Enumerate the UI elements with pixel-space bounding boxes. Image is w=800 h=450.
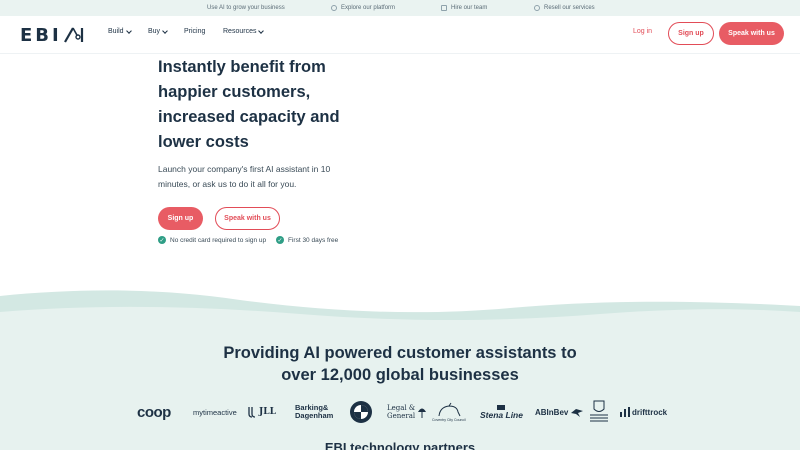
hero-title: Instantly benefit from happier customers… bbox=[158, 55, 358, 155]
general-line: General bbox=[387, 412, 416, 420]
bmw-roundel-icon bbox=[350, 401, 372, 423]
nav-pricing-label: Pricing bbox=[184, 28, 206, 35]
login-link[interactable]: Log in bbox=[633, 28, 652, 35]
check-icon: ✓ bbox=[276, 236, 284, 244]
chevron-down-icon bbox=[258, 27, 265, 34]
people-icon bbox=[441, 5, 447, 11]
nav-speak-button[interactable]: Speak with us bbox=[719, 22, 784, 45]
coventry-text: Coventry City Council bbox=[432, 418, 466, 422]
chevron-down-icon bbox=[125, 27, 132, 34]
nav-buy-label: Buy bbox=[148, 28, 161, 35]
customer-logos: coop mytimeactive JLL Barking& Dagenham … bbox=[0, 398, 800, 426]
circle-icon bbox=[331, 5, 337, 11]
logo-network-icon bbox=[63, 27, 83, 43]
main-nav: EBI Build Buy Pricing Resources Log in S… bbox=[0, 16, 800, 54]
university-crest-logo bbox=[588, 398, 610, 426]
nav-resources[interactable]: Resources bbox=[223, 27, 265, 35]
hero-subtitle: Launch your company's first AI assistant… bbox=[158, 164, 331, 189]
jll-mark-icon bbox=[248, 407, 256, 418]
logo-text: EBI bbox=[20, 24, 62, 46]
jll-text: JLL bbox=[259, 407, 276, 417]
elephant-emblem-icon bbox=[438, 402, 461, 417]
dagenham-line: Dagenham bbox=[295, 411, 334, 420]
nav-buy[interactable]: Buy bbox=[148, 27, 168, 35]
hero-title-line: increased capacity and bbox=[158, 108, 340, 126]
check-icon: ✓ bbox=[158, 236, 166, 244]
crest-icon bbox=[590, 400, 608, 422]
eagle-icon bbox=[571, 409, 584, 417]
bmw-logo bbox=[349, 398, 373, 426]
top-link-resell[interactable]: Resell our services bbox=[534, 0, 595, 16]
nav-pricing[interactable]: Pricing bbox=[184, 28, 205, 35]
hero-title-line: happier customers, bbox=[158, 83, 311, 101]
mytimeactive-logo: mytimeactive bbox=[193, 407, 237, 417]
legal-line: Legal & bbox=[387, 404, 416, 412]
circle-icon bbox=[534, 5, 540, 11]
coventry-logo: Coventry City Council bbox=[432, 398, 466, 426]
check-free-trial-label: First 30 days free bbox=[288, 236, 339, 244]
abinbev-logo: ABInBev bbox=[535, 398, 584, 426]
top-link-resell-label: Resell our services bbox=[544, 5, 595, 11]
jll-logo: JLL bbox=[247, 398, 276, 426]
check-no-card: ✓ No credit card required to sign up bbox=[158, 236, 266, 244]
stena-line-logo: Stena Line bbox=[480, 398, 523, 426]
hero-speak-button[interactable]: Speak with us bbox=[215, 207, 280, 230]
partners-heading: EBI technology partners bbox=[324, 440, 476, 450]
drifttrock-logo: drifttrock bbox=[620, 398, 667, 426]
abinbev-text: ABInBev bbox=[535, 407, 569, 417]
bars-icon bbox=[620, 407, 630, 417]
coop-logo: coop bbox=[137, 403, 171, 421]
check-no-card-label: No credit card required to sign up bbox=[170, 236, 267, 244]
nav-build-label: Build bbox=[108, 28, 124, 35]
top-link-explore[interactable]: Explore our platform bbox=[331, 0, 395, 16]
legal-general-logo: Legal & General bbox=[387, 398, 427, 426]
top-link-explore-label: Explore our platform bbox=[341, 5, 396, 11]
top-link-hire-label: Hire our team bbox=[451, 5, 488, 11]
top-strip: Use AI to grow your business Explore our… bbox=[0, 0, 800, 16]
customers-heading-line: Providing AI powered customer assistants… bbox=[223, 344, 577, 362]
ebi-logo[interactable]: EBI bbox=[20, 24, 85, 46]
barking-dagenham-logo: Barking& Dagenham bbox=[295, 398, 333, 426]
nav-signup-button[interactable]: Sign up bbox=[668, 22, 714, 45]
nav-build[interactable]: Build bbox=[108, 27, 132, 35]
check-free-trial: ✓ First 30 days free bbox=[276, 236, 338, 244]
top-link-grow-label: Use AI to grow your business bbox=[207, 5, 285, 11]
hero-title-line: lower costs bbox=[158, 133, 249, 151]
stena-text: Stena Line bbox=[480, 409, 523, 420]
customers-heading: Providing AI powered customer assistants… bbox=[0, 342, 800, 386]
chevron-down-icon bbox=[162, 27, 168, 34]
top-link-hire[interactable]: Hire our team bbox=[441, 0, 487, 16]
umbrella-icon bbox=[418, 408, 427, 418]
customers-heading-line: over 12,000 global businesses bbox=[281, 366, 519, 384]
drifttrock-text: drifttrock bbox=[632, 407, 668, 417]
hero-title-line: Instantly benefit from bbox=[158, 58, 326, 76]
nav-resources-label: Resources bbox=[223, 28, 257, 35]
hero-signup-button[interactable]: Sign up bbox=[158, 207, 203, 230]
top-link-grow[interactable]: Use AI to grow your business bbox=[207, 0, 285, 16]
